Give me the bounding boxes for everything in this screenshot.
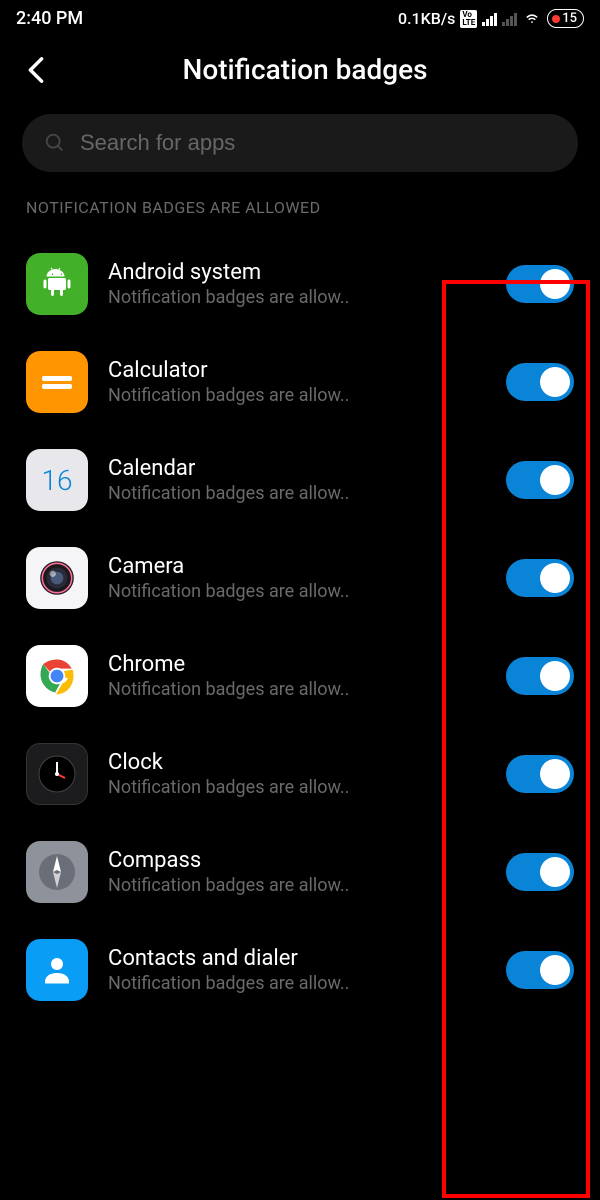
status-bar: 2:40 PM 0.1KB/s VoLTE 15 xyxy=(0,0,600,35)
app-desc: Notification badges are allow.. xyxy=(108,875,486,896)
app-desc: Notification badges are allow.. xyxy=(108,777,486,798)
chrome-icon xyxy=(26,645,88,707)
app-name: Calculator xyxy=(108,358,486,383)
android-icon xyxy=(26,253,88,315)
camera-icon xyxy=(26,547,88,609)
volte-icon: VoLTE xyxy=(460,10,477,28)
page-title: Notification badges xyxy=(74,53,536,86)
app-desc: Notification badges are allow.. xyxy=(108,287,486,308)
wifi-icon xyxy=(522,11,542,27)
signal-1-icon xyxy=(482,12,497,26)
list-item[interactable]: Compass Notification badges are allow.. xyxy=(26,823,574,921)
list-item[interactable]: Clock Notification badges are allow.. xyxy=(26,725,574,823)
calendar-icon: 16 xyxy=(26,449,88,511)
list-item[interactable]: Camera Notification badges are allow.. xyxy=(26,529,574,627)
toggle-switch[interactable] xyxy=(506,951,574,989)
toggle-switch[interactable] xyxy=(506,755,574,793)
network-speed: 0.1KB/s xyxy=(398,9,455,28)
app-name: Compass xyxy=(108,848,486,873)
toggle-switch[interactable] xyxy=(506,265,574,303)
section-header: NOTIFICATION BADGES ARE ALLOWED xyxy=(0,198,600,235)
compass-icon xyxy=(26,841,88,903)
toggle-switch[interactable] xyxy=(506,559,574,597)
app-desc: Notification badges are allow.. xyxy=(108,679,486,700)
search-box[interactable] xyxy=(22,114,578,172)
contacts-icon xyxy=(26,939,88,1001)
list-item[interactable]: 16 Calendar Notification badges are allo… xyxy=(26,431,574,529)
app-name: Contacts and dialer xyxy=(108,946,486,971)
signal-2-icon xyxy=(502,12,517,26)
app-desc: Notification badges are allow.. xyxy=(108,483,486,504)
toggle-switch[interactable] xyxy=(506,461,574,499)
app-name: Clock xyxy=(108,750,486,775)
search-input[interactable] xyxy=(80,130,556,156)
clock-icon xyxy=(26,743,88,805)
app-desc: Notification badges are allow.. xyxy=(108,581,486,602)
list-item[interactable]: Contacts and dialer Notification badges … xyxy=(26,921,574,1019)
calculator-icon xyxy=(26,351,88,413)
toggle-switch[interactable] xyxy=(506,657,574,695)
list-item[interactable]: Calculator Notification badges are allow… xyxy=(26,333,574,431)
search-icon xyxy=(44,132,66,154)
list-item[interactable]: Chrome Notification badges are allow.. xyxy=(26,627,574,725)
page-header: Notification badges xyxy=(0,35,600,114)
app-name: Android system xyxy=(108,260,486,285)
list-item[interactable]: Android system Notification badges are a… xyxy=(26,235,574,333)
app-name: Camera xyxy=(108,554,486,579)
toggle-switch[interactable] xyxy=(506,363,574,401)
battery-icon: 15 xyxy=(547,9,584,28)
toggle-switch[interactable] xyxy=(506,853,574,891)
app-desc: Notification badges are allow.. xyxy=(108,973,486,994)
status-time: 2:40 PM xyxy=(16,8,83,29)
app-name: Calendar xyxy=(108,456,486,481)
back-button[interactable] xyxy=(22,56,50,84)
app-name: Chrome xyxy=(108,652,486,677)
app-desc: Notification badges are allow.. xyxy=(108,385,486,406)
app-list: Android system Notification badges are a… xyxy=(0,235,600,1019)
